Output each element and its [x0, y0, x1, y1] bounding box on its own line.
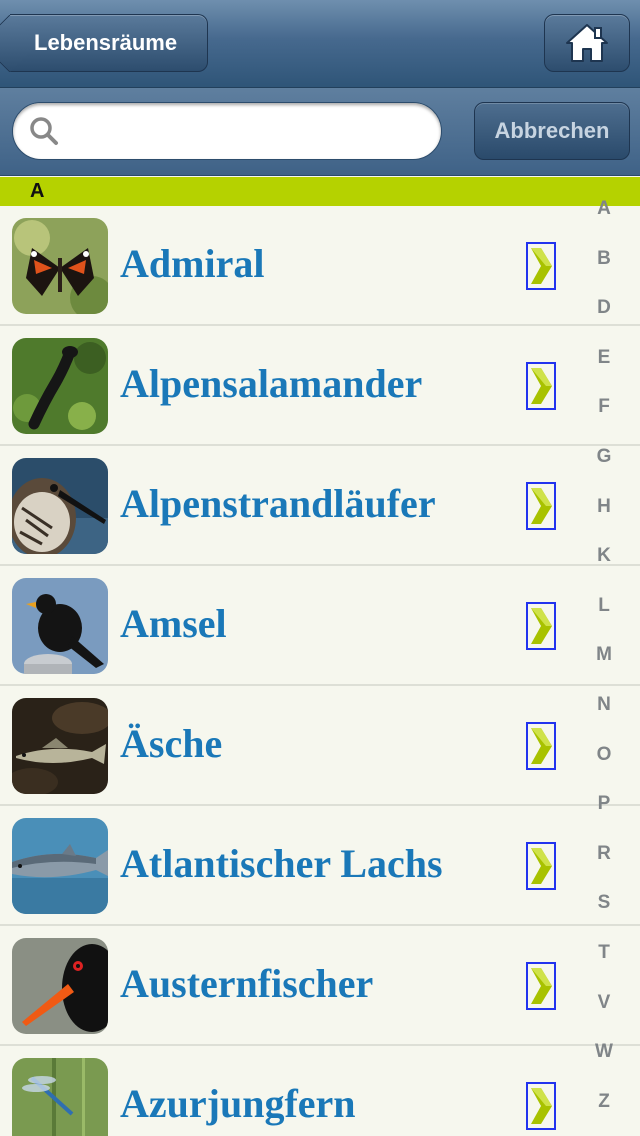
species-list: Admiral Alpensalamander Alpenstrandläufe…: [0, 206, 640, 1136]
list-item-alpensalamander[interactable]: Alpensalamander: [0, 326, 640, 446]
list-item-austernfischer[interactable]: Austernfischer: [0, 926, 640, 1046]
index-letter[interactable]: B: [584, 248, 624, 298]
index-letter[interactable]: E: [584, 347, 624, 397]
chevron-right-icon[interactable]: [526, 842, 556, 890]
index-letter[interactable]: L: [584, 595, 624, 645]
back-button[interactable]: Lebensräume: [10, 14, 208, 72]
index-letter[interactable]: K: [584, 545, 624, 595]
index-letter[interactable]: S: [584, 892, 624, 942]
index-letter[interactable]: F: [584, 396, 624, 446]
index-letter[interactable]: R: [584, 843, 624, 893]
thumbnail-image: [12, 578, 108, 674]
thumbnail-image: [12, 338, 108, 434]
thumbnail-image: [12, 818, 108, 914]
list-item-alpenstrandlaeufer[interactable]: Alpenstrandläufer: [0, 446, 640, 566]
list-item-azurjungfern[interactable]: Azurjungfern: [0, 1046, 640, 1136]
back-button-label: Lebensräume: [34, 30, 178, 55]
index-letter[interactable]: H: [584, 496, 624, 546]
chevron-right-icon[interactable]: [526, 602, 556, 650]
index-letter[interactable]: Z: [584, 1091, 624, 1136]
search-field[interactable]: [12, 102, 442, 160]
chevron-right-icon[interactable]: [526, 962, 556, 1010]
thumbnail-image: [12, 1058, 108, 1136]
index-letter[interactable]: A: [584, 198, 624, 248]
index-letter[interactable]: T: [584, 942, 624, 992]
thumbnail-image: [12, 938, 108, 1034]
section-index[interactable]: A B D E F G H K L M N O P R S T V W Z: [584, 198, 624, 1136]
list-item-label: Alpenstrandläufer: [120, 481, 436, 526]
list-item-aesche[interactable]: Äsche: [0, 686, 640, 806]
list-item-label: Atlantischer Lachs: [120, 841, 443, 886]
list-item-label: Azurjungfern: [120, 1081, 356, 1126]
index-letter[interactable]: G: [584, 446, 624, 496]
index-letter[interactable]: W: [584, 1041, 624, 1091]
chevron-right-icon[interactable]: [526, 362, 556, 410]
thumbnail-image: [12, 458, 108, 554]
chevron-right-icon[interactable]: [526, 242, 556, 290]
search-icon: [30, 117, 58, 145]
chevron-right-icon[interactable]: [526, 482, 556, 530]
section-header: A: [0, 177, 640, 206]
search-bar: Abbrechen: [0, 88, 640, 176]
thumbnail-image: [12, 218, 108, 314]
index-letter[interactable]: O: [584, 744, 624, 794]
index-letter[interactable]: V: [584, 992, 624, 1042]
home-button[interactable]: [544, 14, 630, 72]
index-letter[interactable]: P: [584, 793, 624, 843]
home-icon: [566, 24, 608, 62]
list-item-amsel[interactable]: Amsel: [0, 566, 640, 686]
list-item-atlantischer-lachs[interactable]: Atlantischer Lachs: [0, 806, 640, 926]
chevron-right-icon[interactable]: [526, 722, 556, 770]
index-letter[interactable]: D: [584, 297, 624, 347]
index-letter[interactable]: M: [584, 644, 624, 694]
cancel-button[interactable]: Abbrechen: [474, 102, 630, 160]
thumbnail-image: [12, 698, 108, 794]
list-item-label: Alpensalamander: [120, 361, 423, 406]
list-item-label: Äsche: [120, 721, 223, 766]
list-item-label: Amsel: [120, 601, 227, 646]
search-input[interactable]: [69, 117, 429, 145]
navigation-bar: Lebensräume: [0, 0, 640, 88]
list-item-admiral[interactable]: Admiral: [0, 206, 640, 326]
list-item-label: Austernfischer: [120, 961, 374, 1006]
index-letter[interactable]: N: [584, 694, 624, 744]
list-item-label: Admiral: [120, 241, 265, 286]
chevron-right-icon[interactable]: [526, 1082, 556, 1130]
